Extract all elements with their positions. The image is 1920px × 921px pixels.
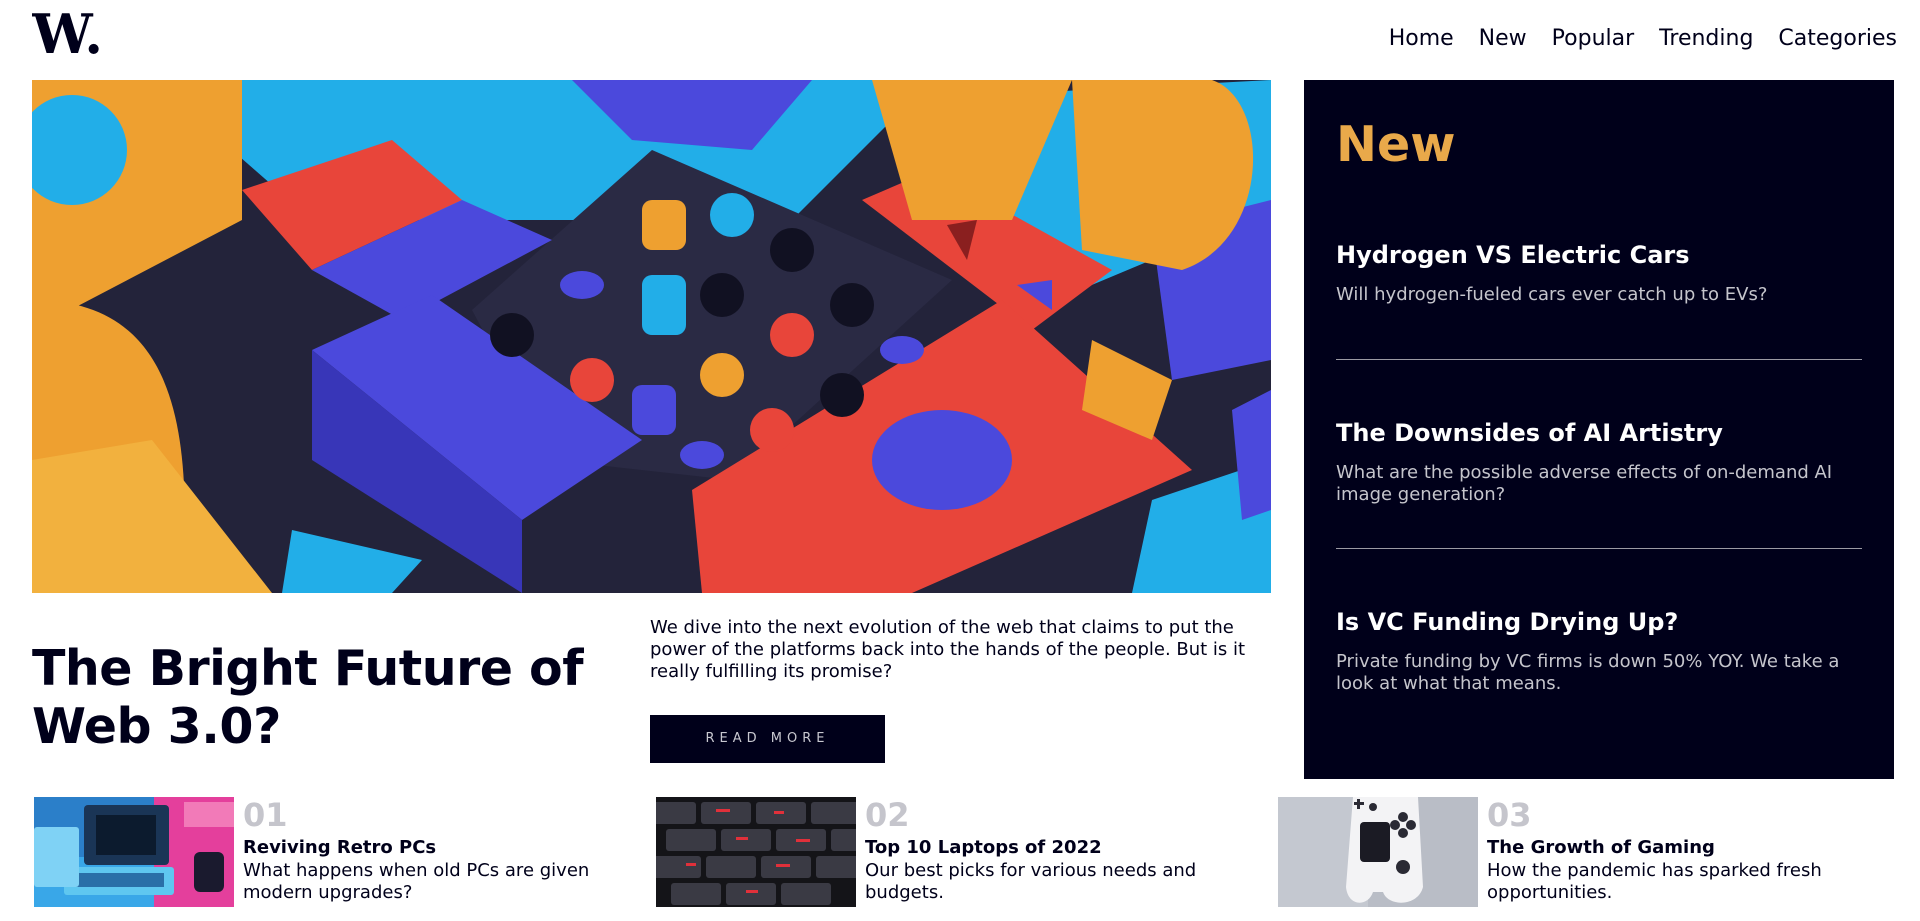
new-panel-heading: New <box>1336 116 1456 173</box>
main-nav: Home New Popular Trending Categories <box>1389 26 1897 51</box>
new-item[interactable]: Hydrogen VS Electric Cars Will hydrogen-… <box>1336 240 1862 306</box>
nav-item-popular[interactable]: Popular <box>1552 26 1635 51</box>
new-item-title[interactable]: Is VC Funding Drying Up? <box>1336 607 1862 637</box>
hero-excerpt: We dive into the next evolution of the w… <box>650 617 1246 682</box>
divider <box>1336 548 1862 549</box>
card-number: 01 <box>243 796 288 834</box>
nav-item-trending[interactable]: Trending <box>1659 26 1753 51</box>
card-title[interactable]: The Growth of Gaming <box>1487 837 1715 859</box>
new-item-title[interactable]: The Downsides of AI Artistry <box>1336 418 1862 448</box>
nav-item-new[interactable]: New <box>1479 26 1527 51</box>
card-title[interactable]: Reviving Retro PCs <box>243 837 436 859</box>
card-description: What happens when old PCs are given mode… <box>243 860 590 903</box>
card-description: Our best picks for various needs and bud… <box>865 860 1197 903</box>
read-more-button[interactable]: READ MORE <box>650 715 885 763</box>
new-item-title[interactable]: Hydrogen VS Electric Cars <box>1336 240 1862 270</box>
new-item[interactable]: Is VC Funding Drying Up? Private funding… <box>1336 607 1862 695</box>
nav-item-categories[interactable]: Categories <box>1778 26 1897 51</box>
article-card[interactable]: 01 Reviving Retro PCs What happens when … <box>34 797 594 907</box>
hero-image[interactable] <box>32 80 1271 593</box>
retro-pc-image[interactable] <box>34 797 234 907</box>
card-title[interactable]: Top 10 Laptops of 2022 <box>865 837 1102 859</box>
new-panel: New Hydrogen VS Electric Cars Will hydro… <box>1304 80 1894 779</box>
new-item[interactable]: The Downsides of AI Artistry What are th… <box>1336 418 1862 506</box>
site-logo[interactable]: W. <box>31 2 103 66</box>
article-card[interactable]: 03 The Growth of Gaming How the pandemic… <box>1278 797 1838 907</box>
card-description: How the pandemic has sparked fresh oppor… <box>1487 860 1822 903</box>
card-number: 03 <box>1487 796 1532 834</box>
nav-item-home[interactable]: Home <box>1389 26 1454 51</box>
logo-text: W. <box>32 10 102 60</box>
divider <box>1336 359 1862 360</box>
card-number: 02 <box>865 796 910 834</box>
article-card[interactable]: 02 Top 10 Laptops of 2022 Our best picks… <box>656 797 1216 907</box>
new-item-summary: Will hydrogen-fueled cars ever catch up … <box>1336 284 1768 305</box>
gamepad-image[interactable] <box>1278 797 1478 907</box>
new-item-summary: Private funding by VC firms is down 50% … <box>1336 651 1840 694</box>
keyboard-image[interactable] <box>656 797 856 907</box>
new-item-summary: What are the possible adverse effects of… <box>1336 462 1833 505</box>
hero-headline: The Bright Future of Web 3.0? <box>32 640 584 755</box>
